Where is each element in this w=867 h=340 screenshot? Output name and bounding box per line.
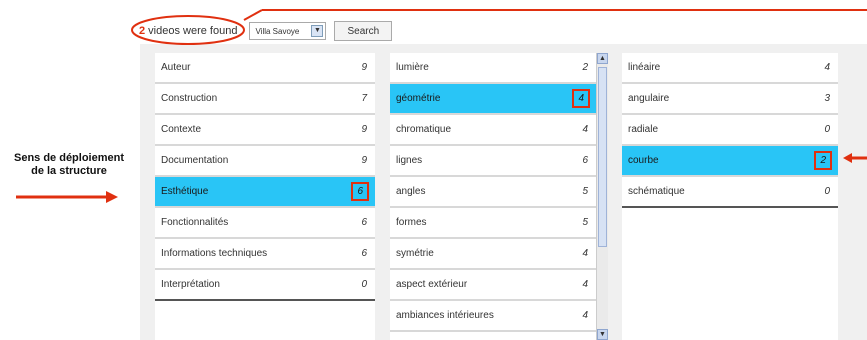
building-select-value: Villa Savoye xyxy=(255,26,300,36)
annotation-label: Sens de déploiement de la structure xyxy=(0,152,138,178)
item-count: 4 xyxy=(582,124,588,135)
subcategory-item[interactable]: chromatique 4 xyxy=(390,115,596,146)
subcategory-item[interactable]: ambiances intérieures 4 xyxy=(390,301,596,332)
item-count: 0 xyxy=(361,279,367,290)
item-label: Fonctionnalités xyxy=(161,217,229,228)
subcategory-item[interactable]: aspect extérieur 4 xyxy=(390,270,596,301)
item-label: angles xyxy=(396,186,426,197)
item-label: Documentation xyxy=(161,155,229,166)
item-count: 6 xyxy=(361,248,367,259)
item-count: 3 xyxy=(824,93,830,104)
value-item[interactable]: radiale 0 xyxy=(622,115,838,146)
item-label: aspect extérieur xyxy=(396,279,468,290)
item-label: chromatique xyxy=(396,124,452,135)
search-button[interactable]: Search xyxy=(334,21,393,41)
item-count: 0 xyxy=(824,186,830,197)
subcategory-item[interactable]: lignes 6 xyxy=(390,146,596,177)
value-item-selected[interactable]: courbe 2 xyxy=(622,146,838,177)
item-count: 4 xyxy=(582,248,588,259)
item-count: 2 xyxy=(582,62,588,73)
results-count-text: 2 videos were found xyxy=(135,25,241,37)
category-item[interactable]: Documentation 9 xyxy=(155,146,375,177)
item-count: 9 xyxy=(361,155,367,166)
item-label: Esthétique xyxy=(161,186,209,197)
arrow-right-icon xyxy=(106,191,118,203)
category-item[interactable]: Interprétation 0 xyxy=(155,270,375,301)
subcategory-item[interactable]: formes 5 xyxy=(390,208,596,239)
category-item-selected[interactable]: Esthétique 6 xyxy=(155,177,375,208)
item-label: schématique xyxy=(628,186,685,197)
category-item[interactable]: Fonctionnalités 6 xyxy=(155,208,375,239)
scroll-up-icon[interactable]: ▲ xyxy=(597,53,608,64)
item-label: courbe xyxy=(628,155,659,166)
search-bar: 2 videos were found Villa Savoye ▼ Searc… xyxy=(135,20,393,42)
item-count: 6 xyxy=(361,217,367,228)
value-item[interactable]: linéaire 4 xyxy=(622,53,838,84)
item-label: ambiances intérieures xyxy=(396,310,494,321)
value-item[interactable]: angulaire 3 xyxy=(622,84,838,115)
item-count: 5 xyxy=(582,186,588,197)
category-column: Auteur 9 Construction 7 Contexte 9 Document… xyxy=(155,53,375,340)
results-label: videos were found xyxy=(145,25,238,37)
annotation-line-2: de la structure xyxy=(31,165,107,177)
item-label: linéaire xyxy=(628,62,661,73)
item-label: Construction xyxy=(161,93,218,104)
item-count: 6 xyxy=(582,155,588,166)
item-label: Contexte xyxy=(161,124,202,135)
item-count: 9 xyxy=(361,124,367,135)
item-count: 0 xyxy=(824,124,830,135)
item-label: géométrie xyxy=(396,93,441,104)
item-label: Auteur xyxy=(161,62,191,73)
category-item[interactable]: Construction 7 xyxy=(155,84,375,115)
ellipse-connector xyxy=(243,9,263,21)
item-label: Interprétation xyxy=(161,279,220,290)
item-count-highlighted: 6 xyxy=(351,182,369,201)
value-item[interactable]: schématique 0 xyxy=(622,177,838,208)
scrollbar-thumb[interactable] xyxy=(598,67,607,247)
item-label: Informations techniques xyxy=(161,248,268,259)
item-count-highlighted: 2 xyxy=(814,151,832,170)
item-count: 9 xyxy=(361,62,367,73)
subcategory-item[interactable]: angles 5 xyxy=(390,177,596,208)
subcategory-item[interactable]: symétrie 4 xyxy=(390,239,596,270)
category-item[interactable]: Auteur 9 xyxy=(155,53,375,84)
item-count: 4 xyxy=(582,279,588,290)
item-count: 4 xyxy=(824,62,830,73)
item-count: 4 xyxy=(582,310,588,321)
item-count: 5 xyxy=(582,217,588,228)
subcategory-item[interactable]: lumière 2 xyxy=(390,53,596,84)
building-select[interactable]: Villa Savoye ▼ xyxy=(249,22,327,40)
item-count: 7 xyxy=(361,93,367,104)
value-column: linéaire 4 angulaire 3 radiale 0 courbe 2 sc… xyxy=(622,53,838,340)
subcategory-item-selected[interactable]: géométrie 4 xyxy=(390,84,596,115)
item-label: symétrie xyxy=(396,248,434,259)
item-label: lignes xyxy=(396,155,423,166)
chevron-down-icon[interactable]: ▼ xyxy=(311,25,324,37)
subcategory-column: lumière 2 géométrie 4 chromatique 4 lignes 6… xyxy=(390,53,596,340)
item-label: radiale xyxy=(628,124,659,135)
item-label: lumière xyxy=(396,62,429,73)
item-label: angulaire xyxy=(628,93,670,104)
annotation-line-1: Sens de déploiement xyxy=(13,152,125,164)
scroll-down-icon[interactable]: ▼ xyxy=(597,329,608,340)
item-count-highlighted: 4 xyxy=(572,89,590,108)
item-label: formes xyxy=(396,217,427,228)
category-item[interactable]: Informations techniques 6 xyxy=(155,239,375,270)
subcategory-scrollbar[interactable]: ▲ ▼ xyxy=(596,53,608,340)
category-item[interactable]: Contexte 9 xyxy=(155,115,375,146)
